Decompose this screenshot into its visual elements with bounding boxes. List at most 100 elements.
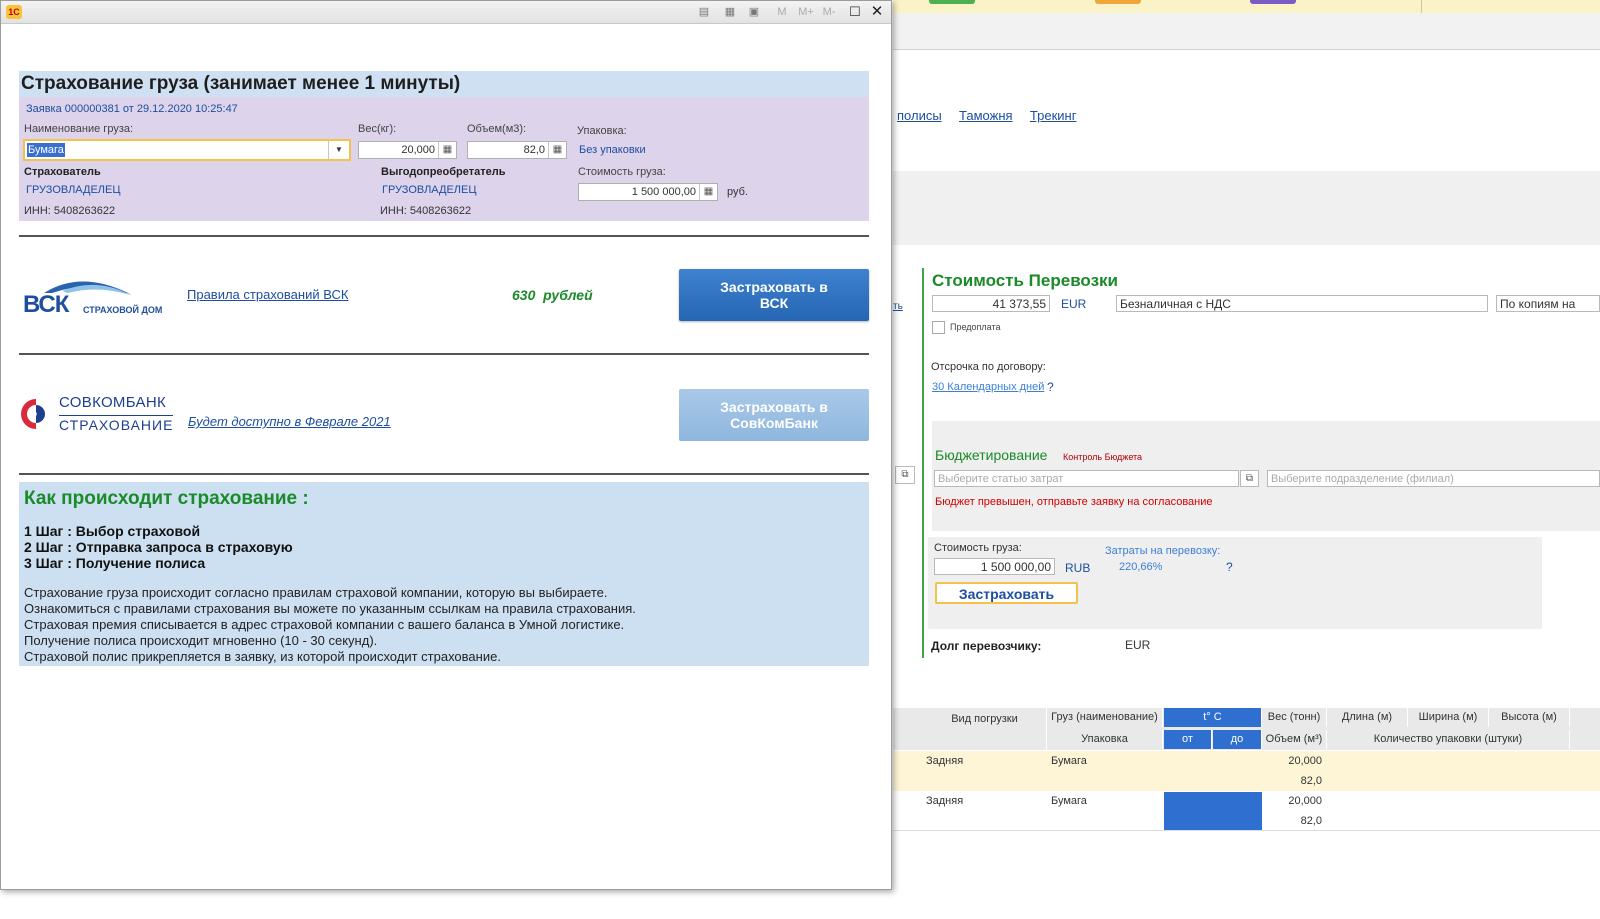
vsk-rules-link[interactable]: Правила страхований ВСК (187, 287, 348, 302)
chevron-down-icon[interactable]: ▼ (328, 141, 349, 159)
col-width[interactable]: Ширина (м) (1408, 708, 1489, 727)
row-loading: Задняя (926, 755, 964, 767)
howto-paragraph: Страховая премия списывается в адрес стр… (24, 617, 625, 632)
row-weight: 20,000 (1288, 755, 1322, 767)
row-cargo: Бумага (1051, 755, 1087, 767)
divider (19, 235, 869, 237)
bg-link-tracking[interactable]: Трекинг (1030, 108, 1077, 123)
budget-dept-field[interactable]: Выберите подразделение (филиал) (1267, 470, 1600, 487)
col-package-count[interactable]: Количество упаковки (штуки) (1327, 730, 1570, 749)
step-item: 1 Шаг : Выбор страховой (24, 523, 201, 539)
help-icon[interactable]: ? (1047, 380, 1054, 394)
howto-paragraph: Ознакомиться с правилами страхования вы … (24, 601, 636, 616)
payment-type-field[interactable]: Безналичная с НДС (1116, 295, 1488, 312)
sovcombank-emblem-icon (21, 399, 45, 429)
divider (19, 473, 869, 475)
col-volume[interactable]: Объем (м³) (1262, 730, 1327, 749)
memory-minus-button[interactable]: M- (819, 4, 839, 20)
dialog-titlebar: 1C ▤ ▦ ▣ M M+ M- ☐ ✕ (1, 1, 891, 24)
weight-field[interactable]: 20,000 ▦ (358, 141, 457, 159)
transport-cost-percent: 220,66% (1119, 561, 1163, 573)
budget-control: Контроль Бюджета (1063, 452, 1143, 462)
calculator-icon[interactable]: ▦ (548, 142, 566, 158)
print-preview-icon[interactable]: ▤ (696, 4, 712, 20)
bg-gray-band (893, 171, 1600, 245)
vsk-logo-sub: СТРАХОВОЙ ДОМ (83, 305, 163, 315)
row-volume: 82,0 (1300, 775, 1322, 787)
currency-label: руб. (727, 186, 748, 198)
row-loading: Задняя (926, 795, 964, 807)
cargo-value: 1 500 000,00 (631, 186, 696, 198)
deferral-link[interactable]: 30 Календарных дней (932, 381, 1044, 393)
app-logo-icon: 1C (6, 5, 22, 19)
calculator-icon[interactable]: ▦ (722, 4, 738, 20)
howto-title: Как происходит страхование : (24, 488, 309, 509)
row-volume: 82,0 (1300, 815, 1322, 827)
col-weight[interactable]: Вес (тонн) (1262, 708, 1327, 727)
bg-chip-orange[interactable] (1095, 0, 1141, 4)
cargo-table: Вид погрузки Груз (наименование) t° C Ве… (893, 708, 1600, 831)
insurance-dialog: 1C ▤ ▦ ▣ M M+ M- ☐ ✕ Страхование груза (… (0, 0, 892, 890)
bg-chip-green[interactable] (929, 0, 975, 4)
table-row[interactable] (893, 751, 1600, 791)
calculator-icon[interactable]: ▦ (438, 142, 456, 158)
calculator-icon[interactable]: ▦ (699, 184, 717, 200)
cargo-value-field[interactable]: 1 500 000,00 ▦ (578, 183, 718, 201)
insurer-name[interactable]: ГРУЗОВЛАДЕЛЕЦ (26, 184, 121, 196)
cargo-cost-field[interactable]: 1 500 000,00 (934, 558, 1055, 575)
col-temp-to[interactable]: до (1213, 730, 1262, 749)
cargo-cost-currency[interactable]: RUB (1065, 561, 1090, 575)
insurer-label: Страхователь (24, 166, 101, 178)
debt-currency: EUR (1125, 638, 1151, 652)
debt-label: Долг перевозчику: (931, 639, 1042, 653)
maximize-icon[interactable]: ☐ (847, 4, 863, 20)
col-length[interactable]: Длина (м) (1327, 708, 1408, 727)
bg-cut-link[interactable]: ть (893, 301, 903, 312)
bg-chip-purple[interactable] (1250, 0, 1296, 4)
help-icon[interactable]: ? (1226, 560, 1233, 574)
col-temp-from[interactable]: от (1164, 730, 1212, 749)
sovcombank-logo: СОВКОМБАНК СТРАХОВАНИЕ (19, 394, 184, 434)
calendar-icon[interactable]: ▣ (746, 4, 762, 20)
col-temperature[interactable]: t° C (1164, 708, 1262, 727)
insure-button[interactable]: Застраховать (935, 582, 1078, 604)
divider (19, 353, 869, 355)
cargo-cost-label: Стоимость груза: (934, 542, 1022, 554)
volume-label: Объем(м3): (467, 123, 527, 135)
package-link[interactable]: Без упаковки (579, 144, 646, 156)
bg-link-policies[interactable]: полисы (897, 108, 942, 123)
volume-value: 82,0 (523, 144, 545, 156)
insure-vsk-label: Застраховать в ВСК (720, 279, 828, 311)
bg-toolbar (893, 13, 1600, 50)
cost-currency[interactable]: EUR (1061, 297, 1086, 311)
copies-field[interactable]: По копиям на (1496, 295, 1600, 312)
beneficiary-name[interactable]: ГРУЗОВЛАДЕЛЕЦ (382, 184, 477, 196)
budget-item-field[interactable]: Выберите статью затрат (934, 470, 1239, 487)
col-height[interactable]: Высота (м) (1489, 708, 1570, 727)
col-package[interactable]: Упаковка (1047, 730, 1163, 749)
volume-field[interactable]: 82,0 ▦ (467, 141, 567, 159)
bg-link-customs[interactable]: Таможня (959, 108, 1013, 123)
memory-plus-button[interactable]: M+ (796, 4, 816, 20)
col-loading-type[interactable]: Вид погрузки (923, 708, 1047, 750)
insure-sovcombank-button[interactable]: Застраховать в СовКомБанк (679, 389, 869, 441)
open-icon[interactable]: ⧉ (895, 466, 915, 484)
cost-value-field[interactable]: 41 373,55 (932, 295, 1050, 312)
step-item: 3 Шаг : Получение полиса (24, 555, 206, 571)
budget-title: Бюджетирование (935, 447, 1048, 463)
weight-value: 20,000 (401, 144, 435, 156)
cost-title: Стоимость Перевозки (932, 271, 1118, 290)
open-icon[interactable]: ⧉ (1240, 470, 1259, 487)
close-icon[interactable]: ✕ (869, 4, 885, 20)
cargo-name-combobox[interactable]: Бумага ▼ (23, 139, 351, 161)
row-temp-cell[interactable] (1164, 792, 1262, 830)
col-cargo-name[interactable]: Груз (наименование) (1047, 708, 1163, 727)
prepay-checkbox[interactable] (932, 321, 945, 334)
cargo-value-label: Стоимость груза: (578, 166, 666, 178)
transport-cost-label: Затраты на перевозку: (1105, 545, 1221, 557)
insure-vsk-button[interactable]: Застраховать в ВСК (679, 269, 869, 321)
prepay-label: Предоплата (950, 322, 1001, 332)
sovcombank-availability-link[interactable]: Будет доступно в Феврале 2021 (188, 414, 391, 429)
memory-m-button[interactable]: M (774, 4, 790, 20)
insure-sovcombank-label: Застраховать в СовКомБанк (720, 399, 828, 431)
